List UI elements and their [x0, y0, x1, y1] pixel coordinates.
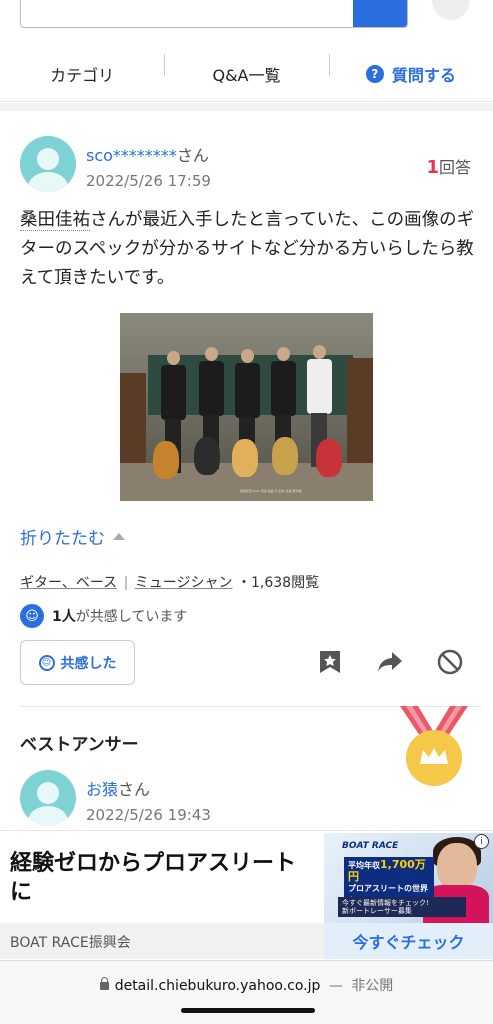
ad-info-icon[interactable]: i [474, 834, 489, 849]
ad-brand-logo: BOAT RACE [342, 841, 399, 851]
answerer-name[interactable]: お猿さん [86, 776, 150, 800]
ad-copy-line1: 平均年収 [348, 861, 380, 870]
ad-sponsor: BOAT RACE振興会 [10, 935, 131, 951]
category-line: ギター、ベース | ミュージシャン ・1,638閲覧 [20, 572, 319, 592]
empathy-button-label: 共感した [60, 655, 117, 672]
question-image[interactable]: 御尾和田 Ross 音楽 製品 元 記念 社長 著作権 [120, 313, 373, 501]
ad-strip-line2: 新ボートレーサー募集 [342, 907, 412, 915]
answer-count-label: 回答 [438, 158, 471, 177]
ad-cta-button[interactable]: 今すぐチェック [324, 923, 493, 959]
answerer-avatar[interactable] [20, 770, 76, 826]
questioner-username[interactable]: sco******** [86, 146, 177, 165]
image-caption: 御尾和田 Ross 音楽 製品 元 記念 社長 著作権 [240, 489, 302, 493]
best-answer-title: ベストアンサー [20, 735, 139, 755]
collapse-link[interactable]: 折りたたむ [20, 524, 125, 549]
nav-tabs: カテゴリ Q&A一覧 ? 質問する [0, 46, 493, 102]
empathy-button[interactable]: ☺ 共感した [20, 640, 135, 685]
questioner-honorific: さん [176, 146, 209, 165]
ad-image[interactable]: BOAT RACE 平均年収1,700万円プロアスリートの世界へ 今すぐ最新情報… [324, 833, 493, 923]
top-search-area [0, 0, 493, 42]
question-body: 桑田佳祐さんが最近入手したと言っていた、この画像のギターのスペックが分かるサイト… [20, 206, 478, 293]
ask-question-button[interactable]: ? 質問する [328, 53, 493, 86]
view-count: ・1,638閲覧 [236, 575, 320, 591]
empathy-summary: ☺ 1人が共感しています [20, 604, 187, 628]
answerer-honorific: さん [118, 780, 151, 799]
search-button[interactable] [353, 0, 407, 27]
bookmark-icon[interactable] [316, 648, 344, 676]
lock-icon [99, 977, 109, 990]
empathy-count: 1人 [52, 609, 76, 625]
answer-count[interactable]: 1回答 [426, 154, 471, 178]
collapse-label: 折りたたむ [20, 529, 105, 549]
tab-qa-list-label: Q&A一覧 [212, 65, 281, 85]
question-mark-icon: ? [365, 64, 384, 83]
browser-address-bar[interactable]: detail.chiebukuro.yahoo.co.jp — 非公開 [0, 960, 493, 1024]
gold-medal-icon [398, 706, 470, 786]
tab-qa-list[interactable]: Q&A一覧 [164, 53, 328, 86]
empathy-text: が共感しています [75, 609, 188, 625]
question-date: 2022/5/26 17:59 [86, 172, 211, 190]
questioner-avatar[interactable] [20, 136, 76, 192]
smile-outline-icon: ☺ [38, 654, 55, 671]
answer-count-number: 1 [426, 157, 439, 178]
ad-banner[interactable]: 経験ゼロからプロアスリートに BOAT RACE 平均年収1,700万円 プロアス… [0, 830, 493, 960]
privacy-separator: — [328, 978, 343, 994]
tab-category-label: カテゴリ [50, 65, 115, 85]
caret-up-icon [113, 533, 125, 540]
category-separator: | [123, 575, 129, 591]
home-indicator[interactable] [181, 1008, 315, 1013]
category-link-guitar[interactable]: ギター、ベース [20, 575, 117, 591]
tab-category[interactable]: カテゴリ [0, 62, 164, 86]
privacy-label: 非公開 [351, 978, 394, 994]
smile-icon: ☺ [20, 604, 44, 628]
answerer-username[interactable]: お猿 [86, 780, 118, 799]
category-link-musician[interactable]: ミュージシャン [135, 575, 233, 591]
answer-date: 2022/5/26 19:43 [86, 806, 211, 824]
ad-image-strip: 今すぐ最新情報をチェック! 新ボートレーサー募集 [338, 897, 466, 917]
search-input[interactable] [20, 0, 408, 28]
url-text: detail.chiebukuro.yahoo.co.jp [114, 978, 321, 994]
share-icon[interactable] [376, 648, 404, 676]
block-icon[interactable] [436, 648, 464, 676]
account-icon[interactable] [432, 0, 470, 20]
ad-strip-line1: 今すぐ最新情報をチェック! [342, 899, 429, 907]
questioner-name[interactable]: sco********さん [86, 142, 209, 166]
ask-question-label: 質問する [391, 65, 456, 85]
section-divider [0, 103, 493, 111]
ad-headline[interactable]: 経験ゼロからプロアスリートに [10, 849, 310, 907]
keyword-link[interactable]: 桑田佳祐 [20, 210, 90, 231]
url-display[interactable]: detail.chiebukuro.yahoo.co.jp — 非公開 [0, 975, 493, 995]
